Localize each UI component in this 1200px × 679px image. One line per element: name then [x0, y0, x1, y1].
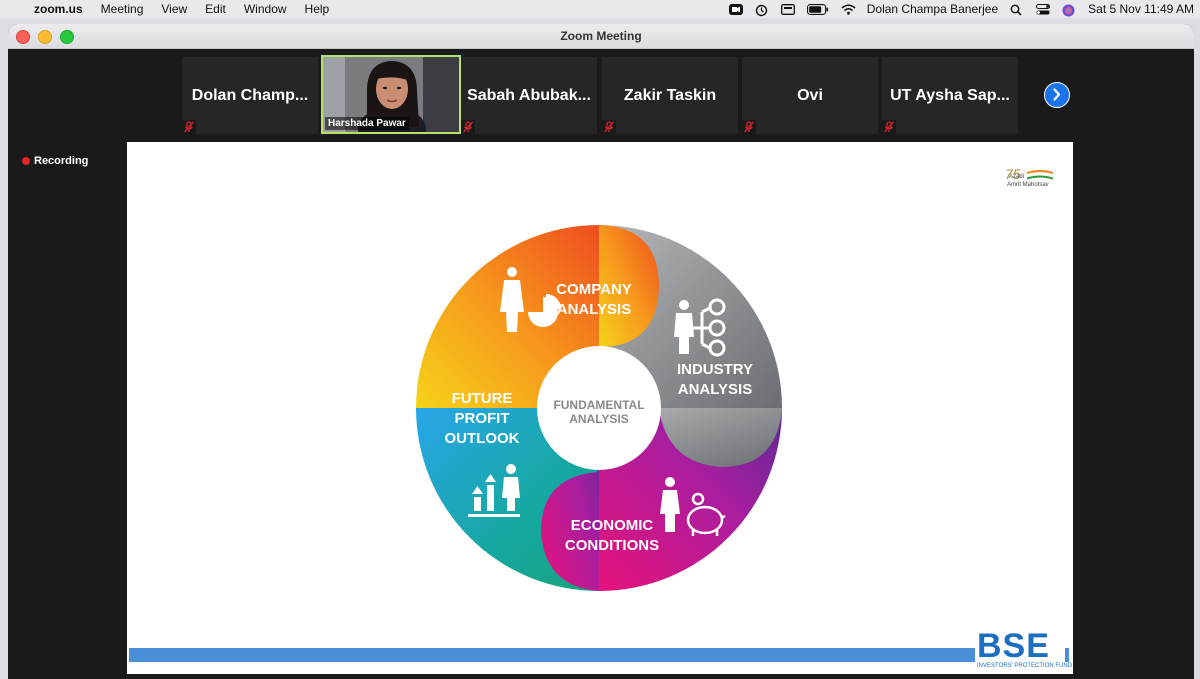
participant-tile-active-speaker[interactable]: Harshada Pawar: [321, 55, 461, 134]
participant-name: Ovi: [797, 87, 823, 104]
battery-icon[interactable]: [806, 3, 829, 15]
menubar-clock[interactable]: Sat 5 Nov 11:49 AM: [1088, 2, 1194, 16]
participant-tile[interactable]: Sabah Abubak...: [461, 57, 597, 134]
fullscreen-window-button[interactable]: [60, 30, 74, 44]
minimize-window-button[interactable]: [38, 30, 52, 44]
participant-name: UT Aysha Sap...: [890, 87, 1010, 104]
recording-label: Recording: [34, 155, 89, 167]
segment-economic-conditions: ECONOMIC CONDITIONS: [564, 517, 660, 554]
display-icon[interactable]: [780, 3, 795, 15]
segment-future-profit-outlook: FUTURE PROFIT OUTLOOK: [444, 390, 520, 447]
recording-dot-icon: [22, 157, 30, 165]
segment-industry-analysis: INDUSTRY ANALYSIS: [676, 361, 754, 398]
chevron-right-icon: [1053, 88, 1061, 101]
wifi-icon[interactable]: [841, 4, 856, 15]
recording-indicator[interactable]: Recording: [22, 155, 88, 167]
menu-app-name[interactable]: zoom.us: [26, 2, 92, 16]
siri-icon[interactable]: [1062, 4, 1076, 16]
time-machine-icon[interactable]: [755, 4, 769, 16]
shared-screen-slide: 75 Azadi Amrit Mahotsav COMPANY ANALYSIS…: [127, 142, 1073, 674]
menubar-user-name[interactable]: Dolan Champa Banerjee: [867, 2, 998, 16]
participant-tile[interactable]: Zakir Taskin: [602, 57, 738, 134]
slide-footer-bar: [129, 648, 1069, 662]
menu-window[interactable]: Window: [235, 2, 296, 16]
participant-name: Zakir Taskin: [623, 87, 717, 104]
menu-help[interactable]: Help: [296, 2, 339, 16]
mic-muted-icon: [742, 120, 756, 134]
zoom-window: Zoom Meeting Dolan Champ... Harshada Paw…: [8, 24, 1194, 679]
menu-view[interactable]: View: [152, 2, 196, 16]
participant-name: Harshada Pawar: [325, 117, 409, 130]
mic-muted-icon: [882, 120, 896, 134]
zoom-status-icon[interactable]: [728, 3, 743, 15]
menu-bar: zoom.us Meeting View Edit Window Help Do…: [0, 0, 1200, 18]
spotlight-search-icon[interactable]: [1010, 4, 1024, 16]
participant-tile[interactable]: Ovi: [742, 57, 878, 134]
center-fundamental-analysis: FUNDAMENTAL ANALYSIS: [553, 398, 645, 426]
control-center-icon[interactable]: [1036, 3, 1051, 15]
menu-meeting[interactable]: Meeting: [92, 2, 153, 16]
participant-name: Sabah Abubak...: [467, 87, 591, 104]
menu-edit[interactable]: Edit: [196, 2, 235, 16]
window-title: Zoom Meeting: [560, 29, 642, 43]
participant-tile[interactable]: UT Aysha Sap...: [882, 57, 1018, 134]
window-titlebar: Zoom Meeting: [8, 24, 1194, 49]
close-window-button[interactable]: [16, 30, 30, 44]
next-participants-button[interactable]: [1044, 82, 1070, 108]
bse-logo: BSE INVESTORS' PROTECTION FUND: [975, 628, 1072, 674]
participant-name: Dolan Champ...: [191, 87, 309, 104]
participant-tile[interactable]: Dolan Champ...: [182, 57, 318, 134]
segment-company-analysis: COMPANY ANALYSIS: [556, 281, 632, 318]
mic-muted-icon: [182, 120, 196, 134]
mic-muted-icon: [602, 120, 616, 134]
mic-muted-icon: [461, 120, 475, 134]
